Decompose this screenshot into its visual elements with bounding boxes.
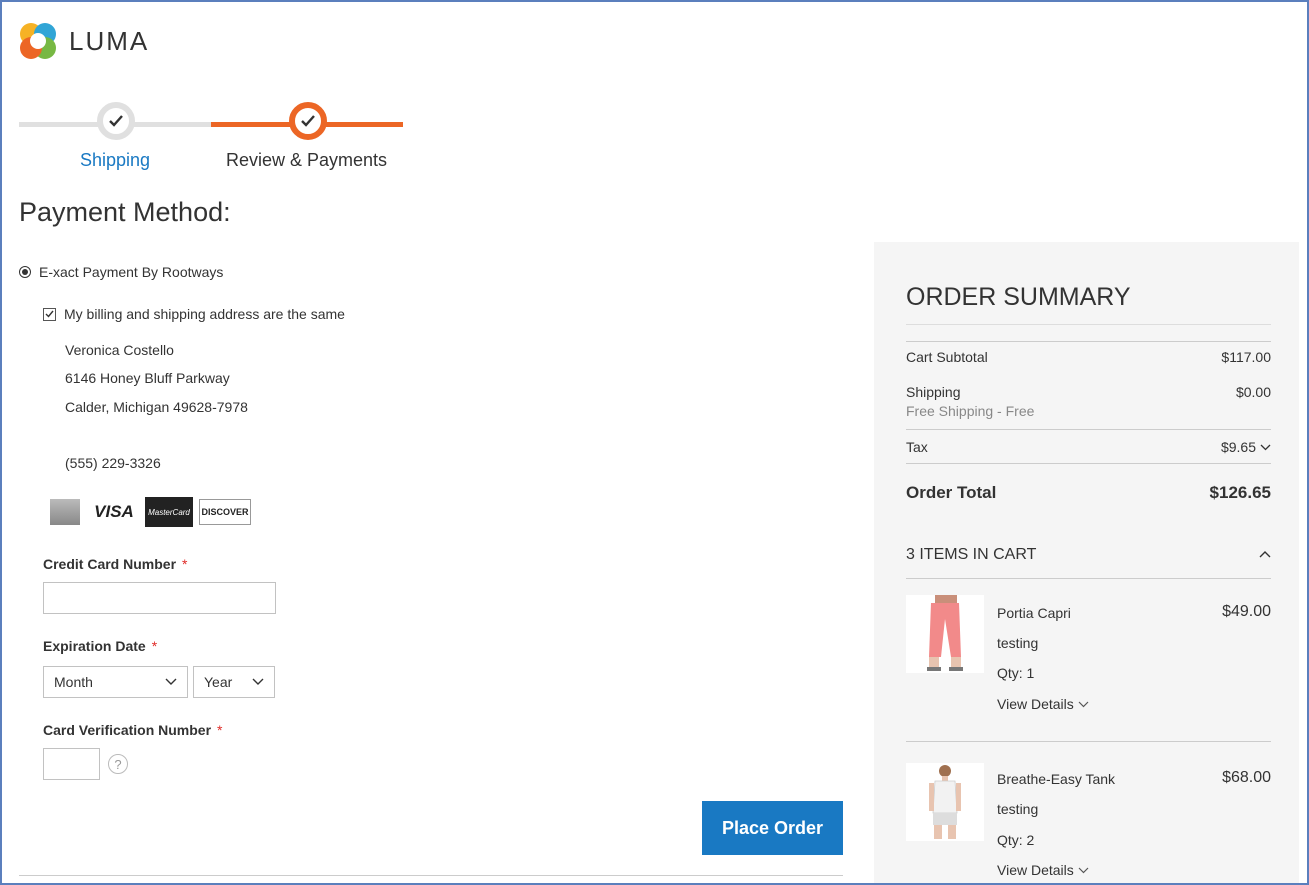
step-shipping-circle[interactable] <box>97 102 135 140</box>
tax-toggle[interactable]: $9.65 <box>1152 439 1271 455</box>
luma-logo[interactable]: LUMA <box>19 22 149 60</box>
divider <box>906 578 1271 579</box>
credit-card-input[interactable] <box>43 582 276 614</box>
chevron-up-icon[interactable] <box>1259 550 1271 558</box>
order-total-label: Order Total <box>906 483 997 502</box>
view-details-toggle[interactable]: View Details <box>997 696 1089 712</box>
step-shipping-link[interactable]: Shipping <box>80 150 150 171</box>
view-details-toggle[interactable]: View Details <box>997 862 1089 878</box>
item-price: $68.00 <box>1222 769 1271 786</box>
divider <box>19 875 843 876</box>
cvv-label: Card Verification Number * <box>43 722 223 738</box>
shipping-value: $0.00 <box>1235 384 1271 400</box>
item-name: Portia Capri <box>997 605 1071 621</box>
items-in-cart-toggle[interactable]: 3 Items in Cart <box>906 546 1036 564</box>
expiration-year-select[interactable]: Year <box>193 666 275 698</box>
mastercard-icon: MasterCard <box>145 497 193 527</box>
payment-method-label: E-xact Payment By Rootways <box>39 264 224 280</box>
same-address-option[interactable]: My billing and shipping address are the … <box>43 306 345 322</box>
amex-icon <box>47 497 83 527</box>
shipping-label: Shipping <box>906 384 961 400</box>
pants-image <box>927 595 963 671</box>
luma-logo-icon <box>20 23 56 59</box>
expiration-label: Expiration Date * <box>43 638 158 654</box>
divider <box>906 463 1271 464</box>
item-name: Breathe-Easy Tank <box>997 771 1116 787</box>
chevron-down-icon <box>1078 701 1089 707</box>
expiration-month-select[interactable]: Month <box>43 666 188 698</box>
item-price: $49.00 <box>1222 603 1271 620</box>
checkout-page: LUMA Shipping Review & Payments Payment … <box>0 0 1309 885</box>
step-review-circle <box>289 102 327 140</box>
payment-method-radio[interactable] <box>19 266 31 278</box>
divider <box>906 324 1271 325</box>
item-qty: Qty: 1 <box>997 665 1035 681</box>
credit-card-label: Credit Card Number * <box>43 556 188 572</box>
cart-subtotal-label: Cart Subtotal <box>906 349 988 365</box>
tank-top-image <box>929 765 961 839</box>
checkbox-check-icon <box>45 310 54 318</box>
billing-name: Veronica Costello <box>65 342 174 358</box>
billing-street: 6146 Honey Bluff Parkway <box>65 370 230 386</box>
order-summary-title: ORDER SUMMARY <box>906 283 1131 311</box>
cart-subtotal-value: $117.00 <box>1221 349 1271 365</box>
step-review-label: Review & Payments <box>226 150 388 170</box>
payment-method-option[interactable]: E-xact Payment By Rootways <box>19 264 223 280</box>
product-image-portia-capri[interactable] <box>906 595 984 673</box>
item-qty: Qty: 2 <box>997 832 1035 848</box>
visa-icon: VISA <box>94 502 134 521</box>
checkmark-icon <box>109 115 123 127</box>
item-option: testing <box>997 635 1039 651</box>
product-image-breathe-easy-tank[interactable] <box>906 763 984 841</box>
billing-city: Calder, Michigan 49628-7978 <box>65 399 248 415</box>
tax-value: $9.65 <box>1220 439 1256 455</box>
same-address-checkbox[interactable] <box>43 307 56 321</box>
same-address-label: My billing and shipping address are the … <box>64 306 345 322</box>
divider <box>906 741 1271 742</box>
cvv-input[interactable] <box>43 748 100 780</box>
order-total-value: $126.65 <box>1209 483 1271 502</box>
billing-phone: (555) 229-3326 <box>65 455 161 471</box>
cvv-help-icon[interactable]: ? <box>108 754 128 774</box>
divider <box>906 429 1271 430</box>
item-option: testing <box>997 801 1039 817</box>
shipping-method: Free Shipping - Free <box>906 403 1035 419</box>
discover-icon: DISCOVER <box>199 499 251 525</box>
place-order-button[interactable]: Place Order <box>702 801 843 855</box>
chevron-down-icon <box>1078 867 1089 873</box>
divider <box>906 341 1271 342</box>
chevron-down-icon <box>252 678 264 685</box>
brand-name: LUMA <box>69 25 150 56</box>
chevron-down-icon <box>165 678 177 685</box>
chevron-down-icon <box>1260 444 1271 450</box>
checkmark-icon <box>301 115 315 127</box>
card-icons: VISA MasterCard DISCOVER <box>47 497 251 527</box>
page-title: Payment Method: <box>19 197 231 227</box>
tax-label: Tax <box>906 439 928 455</box>
